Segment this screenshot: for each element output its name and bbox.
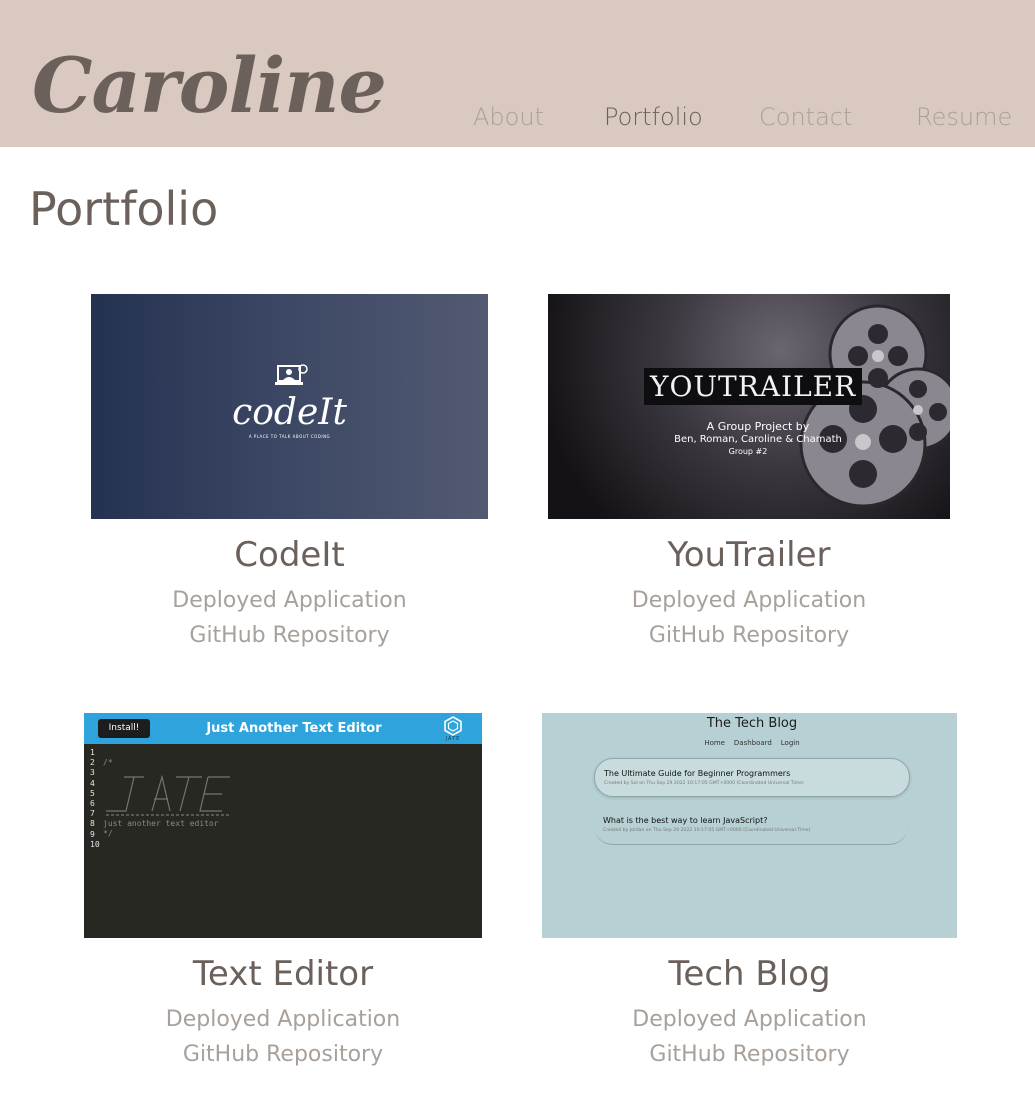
jate-brand: JATE	[445, 736, 461, 742]
line-number: 9	[90, 829, 95, 839]
site-logo[interactable]: Caroline	[32, 48, 387, 124]
nav-portfolio[interactable]: Portfolio	[604, 105, 703, 129]
project-title-texteditor: Text Editor	[192, 954, 374, 994]
line-number: 2	[90, 758, 95, 768]
page-title: Portfolio	[29, 182, 219, 236]
project-title-codeit: CodeIt	[234, 535, 345, 575]
code-comment-open: /*	[103, 758, 113, 767]
site-header: Caroline About Portfolio Contact Resume	[0, 0, 1035, 147]
youtrailer-title-box: YOUTRAILER	[644, 368, 863, 405]
deployed-link-codeit[interactable]: Deployed Application	[91, 590, 488, 612]
code-text: just another text editor	[103, 819, 219, 828]
nav-about[interactable]: About	[473, 105, 544, 129]
youtrailer-subtitle-2: Ben, Roman, Caroline & Chamath	[674, 434, 842, 445]
youtrailer-subtitle-1: A Group Project by	[706, 420, 810, 433]
nav-contact[interactable]: Contact	[759, 105, 852, 129]
deployed-link-techblog[interactable]: Deployed Application	[542, 1009, 957, 1031]
deployed-link-youtrailer[interactable]: Deployed Application	[548, 590, 950, 612]
line-number: 5	[90, 788, 95, 798]
techblog-nav-login: Login	[780, 739, 800, 747]
post-meta: Created by Jordan on Thu Sep 29 2022 10:…	[603, 828, 811, 833]
post-meta: Created by Sol on Thu Sep 29 2022 10:17:…	[604, 781, 804, 786]
jate-logo-icon	[444, 716, 462, 736]
line-number: 4	[90, 778, 95, 788]
repo-link-techblog[interactable]: GitHub Repository	[542, 1044, 957, 1066]
project-thumbnail-youtrailer[interactable]: YOUTRAILER A Group Project by Ben, Roman…	[548, 294, 950, 519]
line-number: 6	[90, 799, 95, 809]
codeit-tagline: A PLACE TO TALK ABOUT CODING	[248, 434, 331, 439]
line-number: 10	[90, 839, 100, 849]
line-number: 8	[90, 819, 95, 829]
project-thumbnail-texteditor[interactable]: Install! Just Another Text Editor JATE 1…	[84, 713, 482, 938]
jate-title: Just Another Text Editor	[206, 721, 382, 736]
nav-resume[interactable]: Resume	[916, 105, 1012, 129]
laptop-user-icon	[275, 364, 308, 385]
youtrailer-title-text: YOUTRAILER	[650, 370, 857, 403]
project-thumbnail-techblog[interactable]: The Tech Blog Home Dashboard Login The U…	[542, 713, 957, 938]
techblog-title: The Tech Blog	[706, 716, 798, 731]
project-title-techblog: Tech Blog	[668, 954, 831, 994]
techblog-nav: Home Dashboard Login	[542, 739, 957, 747]
jate-ascii-art	[106, 775, 230, 816]
project-title-youtrailer: YouTrailer	[667, 535, 831, 575]
techblog-post-card: What is the best way to learn JavaScript…	[594, 808, 908, 845]
repo-link-youtrailer[interactable]: GitHub Repository	[548, 625, 950, 647]
film-reel-icon	[799, 304, 950, 508]
post-title: The Ultimate Guide for Beginner Programm…	[604, 769, 791, 778]
deployed-link-texteditor[interactable]: Deployed Application	[84, 1009, 482, 1031]
install-button-label: Install!	[108, 723, 140, 733]
install-button: Install!	[98, 719, 150, 738]
line-number: 1	[90, 748, 95, 757]
techblog-post-card: The Ultimate Guide for Beginner Programm…	[594, 758, 910, 797]
line-number: 3	[90, 768, 95, 778]
repo-link-codeit[interactable]: GitHub Repository	[91, 625, 488, 647]
repo-link-texteditor[interactable]: GitHub Repository	[84, 1044, 482, 1066]
line-number: 7	[90, 809, 95, 819]
code-comment-close: */	[103, 829, 113, 838]
codeit-logo-text: codeIt	[232, 392, 347, 433]
techblog-nav-dashboard: Dashboard	[733, 739, 772, 747]
project-thumbnail-codeit[interactable]: codeIt A PLACE TO TALK ABOUT CODING	[91, 294, 488, 519]
youtrailer-subtitle-3: Group #2	[728, 447, 768, 456]
techblog-nav-home: Home	[704, 739, 725, 747]
line-numbers: 1 2 3 4 5 6 7 8 9 10	[90, 748, 102, 850]
post-title: What is the best way to learn JavaScript…	[603, 816, 768, 825]
